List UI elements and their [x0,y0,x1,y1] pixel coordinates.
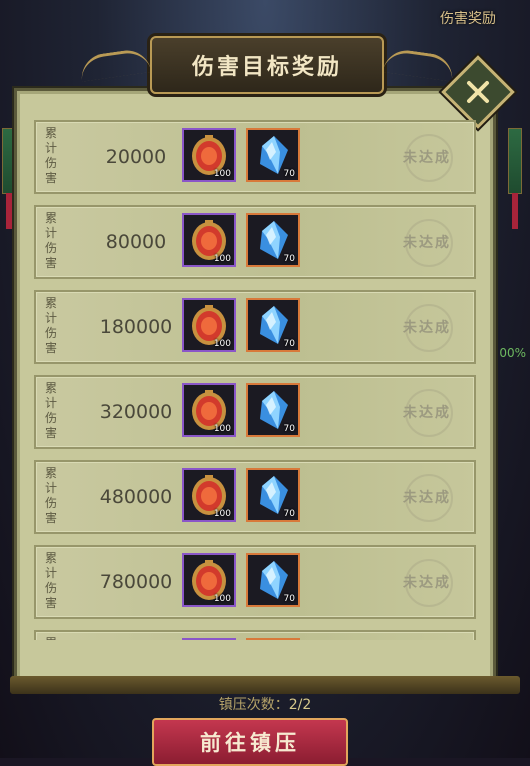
go-suppress-button[interactable]: 前往镇压 [152,718,348,766]
crystal-quantity: 70 [283,424,295,434]
crystal-reward-slot[interactable]: 70 [246,213,300,267]
row-label: 累计伤害 [44,126,57,185]
damage-threshold [76,632,196,640]
crystal-reward-slot[interactable]: 70 [246,128,300,182]
medal-reward-slot[interactable]: 100 [182,553,236,607]
status-badge: 未达成 [398,389,456,437]
damage-reward-tab-label: 伤害奖励 [440,11,496,27]
status-badge: 未达成 [398,219,456,267]
dialog-title: 伤害目标奖励 [191,55,342,80]
row-label: 累计伤害 [44,551,57,610]
medal-quantity: 100 [213,509,231,519]
attempts-counter: 镇压次数：2/2 [0,694,530,714]
reward-row: 累计伤害 180000 100 70 未达成 [34,290,476,364]
dialog-bottom-trim [10,676,520,694]
status-badge: 未达成 [398,134,456,182]
medal-quantity: 100 [213,424,231,434]
crystal-quantity: 70 [283,254,295,264]
status-badge: 未达成 [398,559,456,607]
medal-reward-slot[interactable]: 100 [182,468,236,522]
crystal-quantity: 70 [283,594,295,604]
medal-quantity: 100 [213,339,231,349]
status-badge: 未达成 [398,474,456,522]
damage-threshold: 780000 [99,571,173,593]
reward-row: 累计伤害 20000 100 70 未达成 [34,120,476,194]
crystal-quantity: 70 [283,169,295,179]
medal-reward-slot[interactable]: 100 [182,383,236,437]
damage-threshold: 20000 [105,146,167,168]
medal-reward-slot[interactable] [182,638,236,640]
crystal-reward-slot[interactable]: 70 [246,553,300,607]
row-label: 累计伤害 [44,466,57,525]
close-icon [467,81,489,103]
row-label: 累计伤害 [44,211,57,270]
crystal-reward-slot[interactable]: 70 [246,468,300,522]
reward-list[interactable]: 累计伤害 20000 100 70 未达成 累计伤害 80000 100 70 未达成 累计伤害 18… [34,120,476,640]
row-label: 累计伤害 [44,636,58,640]
background-percent-text: 00% [499,346,526,360]
attempts-label: 镇压次数： [218,697,289,713]
dialog-title-plate: 伤害目标奖励 [78,36,456,94]
damage-threshold: 80000 [105,231,167,253]
status-badge: 未达成 [398,304,456,352]
attempts-value: 2/2 [288,697,312,713]
reward-row: 累计伤害 480000 100 70 未达成 [34,460,476,534]
damage-threshold: 480000 [99,486,173,508]
crystal-reward-slot[interactable] [246,638,300,640]
crystal-quantity: 70 [283,339,295,349]
medal-reward-slot[interactable]: 100 [182,298,236,352]
crystal-quantity: 70 [283,509,295,519]
medal-quantity: 100 [213,169,231,179]
right-lantern-icon [508,128,522,229]
reward-row: 累计伤害 780000 100 70 未达成 [34,545,476,619]
reward-row: 累计伤害 80000 100 70 未达成 [34,205,476,279]
row-label: 累计伤害 [44,381,57,440]
medal-reward-slot[interactable]: 100 [182,213,236,267]
crystal-reward-slot[interactable]: 70 [246,298,300,352]
row-label: 累计伤害 [44,296,57,355]
damage-threshold: 320000 [99,401,173,423]
medal-quantity: 100 [213,254,231,264]
medal-quantity: 100 [213,594,231,604]
damage-threshold: 180000 [99,316,173,338]
reward-row: 累计伤害 320000 100 70 未达成 [34,375,476,449]
reward-row: 累计伤害 [34,630,476,640]
crystal-reward-slot[interactable]: 70 [246,383,300,437]
medal-reward-slot[interactable]: 100 [182,128,236,182]
